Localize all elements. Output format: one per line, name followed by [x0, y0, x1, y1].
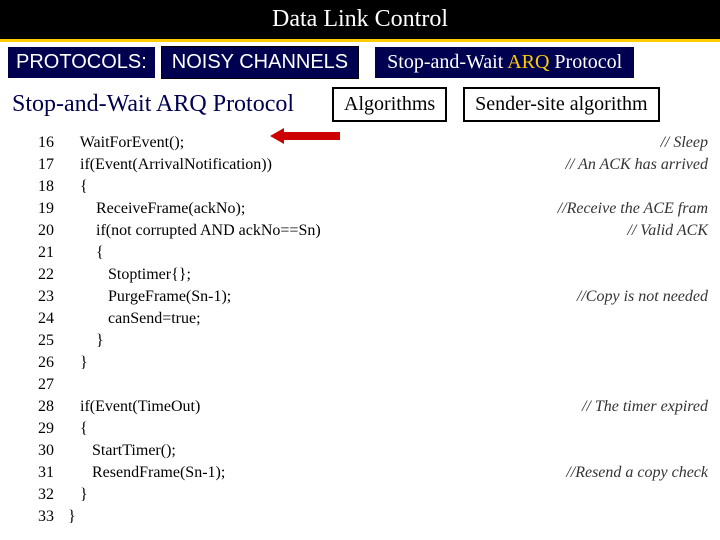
line-number: 16: [12, 132, 68, 154]
code-text: PurgeFrame(Sn-1);: [68, 286, 231, 308]
code-text: StartTimer();: [68, 440, 176, 462]
line-number: 17: [12, 154, 68, 176]
code-line: 20 if(not corrupted AND ackNo==Sn) // Val…: [12, 220, 708, 242]
code-line: 19 ReceiveFrame(ackNo); //Receive the ACE…: [12, 198, 708, 220]
code-comment: // An ACK has arrived: [547, 154, 708, 176]
code-text: Stoptimer{};: [68, 264, 191, 286]
line-number: 19: [12, 198, 68, 220]
code-comment: // Sleep: [642, 132, 708, 154]
line-number: 21: [12, 242, 68, 264]
header-row: PROTOCOLS: NOISY CHANNELS Stop-and-Wait …: [0, 42, 720, 83]
code-comment: // The timer expired: [564, 396, 708, 418]
code-text: WaitForEvent();: [68, 132, 184, 154]
page-title: Data Link Control: [272, 6, 448, 32]
stopwait-prefix: Stop-and-Wait: [387, 51, 507, 73]
line-number: 18: [12, 176, 68, 198]
code-text: {: [68, 176, 88, 198]
code-comment: //Resend a copy check: [548, 462, 708, 484]
code-line: 24 canSend=true;: [12, 308, 708, 330]
line-number: 30: [12, 440, 68, 462]
line-number: 24: [12, 308, 68, 330]
code-text: ReceiveFrame(ackNo);: [68, 198, 245, 220]
code-text: canSend=true;: [68, 308, 201, 330]
line-number: 31: [12, 462, 68, 484]
code-line: 30 StartTimer();: [12, 440, 708, 462]
code-text: }: [68, 484, 88, 506]
code-text: ResendFrame(Sn-1);: [68, 462, 225, 484]
protocols-label: PROTOCOLS:: [8, 47, 155, 78]
code-line: 18 {: [12, 176, 708, 198]
code-line: 26 }: [12, 352, 708, 374]
code-comment: //Copy is not needed: [559, 286, 708, 308]
sender-site-box: Sender-site algorithm: [463, 87, 659, 122]
code-comment: //Receive the ACE fram: [540, 198, 708, 220]
line-number: 23: [12, 286, 68, 308]
code-line: 31 ResendFrame(Sn-1); //Resend a copy che…: [12, 462, 708, 484]
arrow-indicator: [270, 128, 340, 144]
code-text: {: [68, 418, 88, 440]
code-text: }: [68, 352, 88, 374]
line-number: 28: [12, 396, 68, 418]
code-text: if(Event(ArrivalNotification)): [68, 154, 272, 176]
code-text: }: [68, 330, 104, 352]
code-line: 25 }: [12, 330, 708, 352]
subheader-row: Stop-and-Wait ARQ Protocol Algorithms Se…: [0, 83, 720, 126]
code-text: {: [68, 242, 104, 264]
code-line: 21 {: [12, 242, 708, 264]
line-number: 26: [12, 352, 68, 374]
stopwait-suffix: Protocol: [549, 51, 622, 73]
code-text: }: [68, 506, 76, 528]
arrow-shaft: [282, 132, 340, 140]
title-bar: Data Link Control: [0, 0, 720, 42]
stopwait-heading: Stop-and-Wait ARQ Protocol: [8, 89, 298, 120]
code-text: if(not corrupted AND ackNo==Sn): [68, 220, 321, 242]
code-line: 23 PurgeFrame(Sn-1); //Copy is not needed: [12, 286, 708, 308]
code-line: 32 }: [12, 484, 708, 506]
line-number: 25: [12, 330, 68, 352]
line-number: 27: [12, 374, 68, 396]
code-line: 28 if(Event(TimeOut) // The timer expired: [12, 396, 708, 418]
line-number: 29: [12, 418, 68, 440]
code-line: 16 WaitForEvent(); // Sleep: [12, 132, 708, 154]
code-text: if(Event(TimeOut): [68, 396, 200, 418]
line-number: 32: [12, 484, 68, 506]
line-number: 20: [12, 220, 68, 242]
line-number: 22: [12, 264, 68, 286]
code-line: 29 {: [12, 418, 708, 440]
code-area: 16 WaitForEvent();// Sleep17 if(Event(Ar…: [0, 126, 720, 528]
code-line: 27: [12, 374, 708, 396]
algorithms-box: Algorithms: [332, 87, 447, 122]
line-number: 33: [12, 506, 68, 528]
code-comment: // Valid ACK: [609, 220, 708, 242]
stopwait-arq-badge: Stop-and-Wait ARQ Protocol: [375, 47, 634, 78]
code-line: 22 Stoptimer{};: [12, 264, 708, 286]
noisy-channels-box: NOISY CHANNELS: [161, 46, 359, 79]
code-line: 33}: [12, 506, 708, 528]
arq-highlight: ARQ: [507, 51, 549, 73]
code-line: 17 if(Event(ArrivalNotification)) // An A…: [12, 154, 708, 176]
